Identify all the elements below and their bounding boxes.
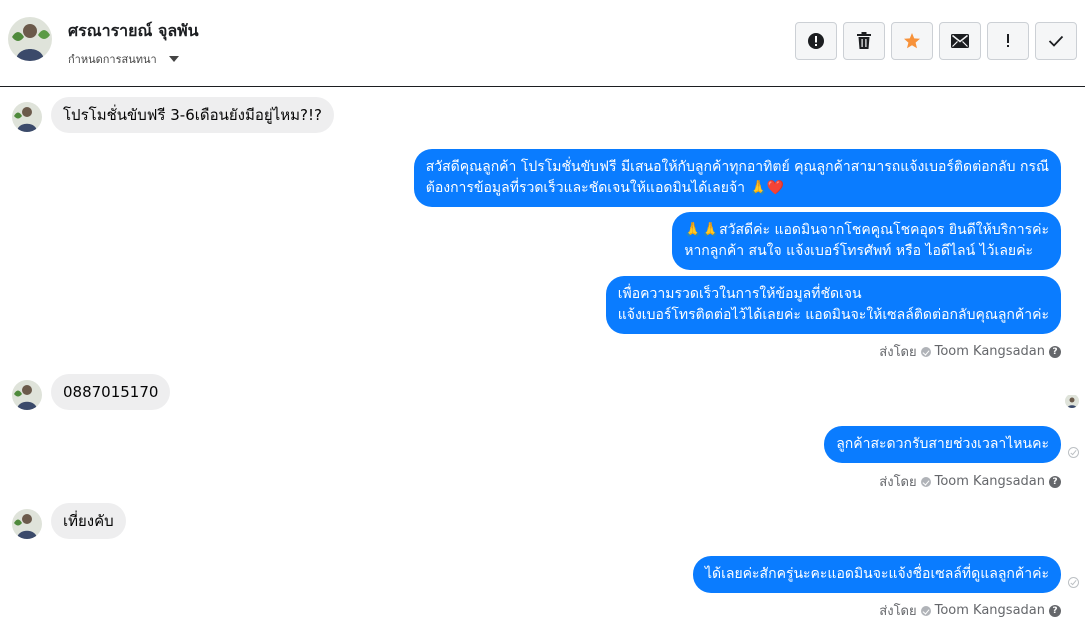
message-line: เพื่อความรวดเร็วในการให้ข้อมูลที่ชัดเจน xyxy=(617,286,862,302)
caret-down-icon xyxy=(168,56,179,62)
delivered-check-icon xyxy=(1068,577,1079,588)
sent-by-agent[interactable]: Toom Kangsadan xyxy=(935,344,1045,359)
delete-button[interactable] xyxy=(843,22,885,60)
envelope-icon xyxy=(951,34,969,48)
checkmark-icon xyxy=(1048,35,1064,47)
mark-unread-button[interactable] xyxy=(939,22,981,60)
star-button[interactable] xyxy=(891,22,933,60)
incoming-message[interactable]: เที่ยงคับ xyxy=(51,503,126,539)
sent-by-label: ส่งโดย Toom Kangsadan ? xyxy=(879,341,1061,362)
sent-check-icon xyxy=(920,476,931,487)
message-line: แจ้งเบอร์โทรติดต่อไว้ได้เลยค่ะ แอดมินจะใ… xyxy=(617,307,1049,323)
outgoing-message[interactable]: ลูกค้าสะดวกรับสายช่วงเวลาไหนคะ xyxy=(824,426,1061,463)
sent-by-prefix: ส่งโดย xyxy=(879,475,917,490)
follow-up-button[interactable] xyxy=(987,22,1029,60)
outgoing-message[interactable]: 🙏🙏สวัสดีค่ะ แอดมินจากโชคคูณโชคอุดร ยินดี… xyxy=(672,212,1061,270)
read-receipt-avatar xyxy=(1065,394,1079,408)
contact-avatar-small[interactable] xyxy=(12,509,42,539)
incoming-message[interactable]: โปรโมชั่นขับฟรี 3-6เดือนยังมีอยู่ไหม?!? xyxy=(51,97,334,133)
help-icon[interactable]: ? xyxy=(1049,475,1061,488)
conversation-header: ศรณารายณ์ จุลพัน กำหนดการสนทนา xyxy=(0,0,1085,87)
delivered-check-icon xyxy=(1068,447,1079,458)
outgoing-message[interactable]: ได้เลยค่ะสักครู่นะคะแอดมินจะแจ้งชื่อเซลล… xyxy=(692,556,1061,593)
mark-done-button[interactable] xyxy=(1035,22,1077,60)
message-line: สวัสดีคุณลูกค้า โปรโมชั่นขับฟรี มีเสนอให… xyxy=(425,159,1049,175)
message-thread[interactable]: โปรโมชั่นขับฟรี 3-6เดือนยังมีอยู่ไหม?!? … xyxy=(0,88,1085,633)
contact-avatar-small[interactable] xyxy=(12,380,42,410)
message-line: 🙏🙏สวัสดีค่ะ แอดมินจากโชคคูณโชคอุดร ยินดี… xyxy=(684,222,1049,238)
contact-name: ศรณารายณ์ จุลพัน xyxy=(68,21,199,40)
sent-by-prefix: ส่งโดย xyxy=(879,604,917,619)
sent-by-label: ส่งโดย Toom Kangsadan ? xyxy=(879,471,1061,492)
sent-check-icon xyxy=(920,346,931,357)
outgoing-message[interactable]: สวัสดีคุณลูกค้า โปรโมชั่นขับฟรี มีเสนอให… xyxy=(413,149,1061,207)
help-icon[interactable]: ? xyxy=(1049,345,1061,358)
message-line: หากลูกค้า สนใจ แจ้งเบอร์โทรศัพท์ หรือ ไอ… xyxy=(684,243,1033,259)
outgoing-message[interactable]: เพื่อความรวดเร็วในการให้ข้อมูลที่ชัดเจน … xyxy=(605,276,1061,334)
alert-circle-icon xyxy=(808,33,824,49)
message-line: ลูกค้าสะดวกรับสายช่วงเวลาไหนคะ xyxy=(836,436,1049,452)
spam-button[interactable] xyxy=(795,22,837,60)
trash-icon xyxy=(857,32,871,49)
sent-by-agent[interactable]: Toom Kangsadan xyxy=(935,474,1045,489)
message-line: ได้เลยค่ะสักครู่นะคะแอดมินจะแจ้งชื่อเซลล… xyxy=(704,566,1049,582)
star-icon xyxy=(904,33,920,49)
exclamation-icon xyxy=(1007,34,1009,47)
contact-avatar[interactable] xyxy=(8,17,52,61)
sent-check-icon xyxy=(920,605,931,616)
message-line: ต้องการข้อมูลที่รวดเร็วและชัดเจนให้แอดมิ… xyxy=(425,180,785,196)
sent-by-label: ส่งโดย Toom Kangsadan ? xyxy=(879,600,1061,621)
conversation-toolbar xyxy=(795,22,1077,60)
sent-by-agent[interactable]: Toom Kangsadan xyxy=(935,603,1045,618)
contact-avatar-small[interactable] xyxy=(12,102,42,132)
assign-conversation-dropdown[interactable]: กำหนดการสนทนา xyxy=(68,50,179,68)
sent-by-prefix: ส่งโดย xyxy=(879,345,917,360)
help-icon[interactable]: ? xyxy=(1049,604,1061,617)
assign-label: กำหนดการสนทนา xyxy=(68,53,157,66)
incoming-message[interactable]: 0887015170 xyxy=(51,374,171,410)
